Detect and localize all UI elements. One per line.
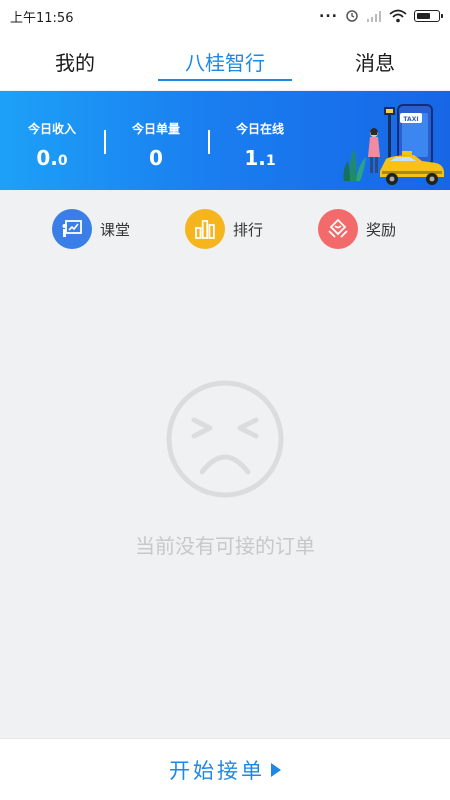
sad-face-icon bbox=[166, 380, 284, 498]
tab-label: 我的 bbox=[55, 50, 95, 75]
ranking-icon bbox=[185, 209, 225, 249]
stat-label: 今日在线 bbox=[235, 122, 284, 136]
play-arrow-icon bbox=[271, 762, 281, 777]
stat-label: 今日收入 bbox=[27, 122, 76, 136]
start-orders-label: 开始接单 bbox=[169, 758, 265, 783]
tab-bagui-zhixing[interactable]: 八桂智行 bbox=[150, 32, 300, 90]
status-icons: ... bbox=[319, 5, 443, 23]
status-time: 上午11:56 bbox=[10, 10, 74, 26]
stat-value: 0 bbox=[149, 146, 163, 170]
status-bar: 上午11:56 ... bbox=[0, 0, 450, 32]
stat-divider bbox=[104, 130, 106, 154]
stat-value: 1.1 bbox=[244, 146, 276, 170]
reward-icon bbox=[318, 209, 358, 249]
quick-actions: 课堂 排行 奖励 bbox=[0, 190, 450, 270]
stat-income: 今日收入 0.0 bbox=[0, 91, 104, 190]
tab-messages[interactable]: 消息 bbox=[300, 32, 450, 90]
more-dots: ... bbox=[319, 5, 338, 21]
taxi-sign-text: TAXI bbox=[403, 116, 418, 123]
tab-label: 消息 bbox=[355, 50, 395, 75]
taxi-illustration: TAXI bbox=[343, 104, 444, 185]
quick-ranking[interactable]: 排行 bbox=[185, 209, 263, 249]
stats-banner: 今日收入 0.0 今日单量 0 今日在线 1.1 TAXI bbox=[0, 91, 450, 190]
wifi-icon bbox=[389, 9, 407, 23]
tab-label: 八桂智行 bbox=[185, 50, 265, 75]
quick-reward[interactable]: 奖励 bbox=[318, 209, 396, 249]
tab-mine[interactable]: 我的 bbox=[0, 32, 150, 90]
empty-state-message: 当前没有可接的订单 bbox=[135, 534, 315, 558]
stat-online: 今日在线 1.1 bbox=[208, 91, 312, 190]
stat-divider bbox=[208, 130, 210, 154]
signal-icon bbox=[367, 10, 381, 22]
quick-classroom[interactable]: 课堂 bbox=[52, 209, 130, 249]
quick-label: 奖励 bbox=[366, 220, 397, 239]
classroom-icon bbox=[52, 209, 92, 249]
quick-label: 课堂 bbox=[100, 220, 131, 239]
stat-value: 0.0 bbox=[36, 146, 68, 170]
active-tab-indicator bbox=[158, 79, 292, 81]
quick-label: 排行 bbox=[233, 220, 264, 239]
start-orders-button[interactable]: 开始接单 bbox=[0, 738, 450, 800]
alarm-icon bbox=[346, 10, 358, 22]
stat-label: 今日单量 bbox=[131, 122, 180, 136]
top-tabs: 我的 八桂智行 消息 bbox=[0, 32, 450, 90]
stat-orders: 今日单量 0 bbox=[104, 91, 208, 190]
battery-icon bbox=[414, 10, 443, 22]
